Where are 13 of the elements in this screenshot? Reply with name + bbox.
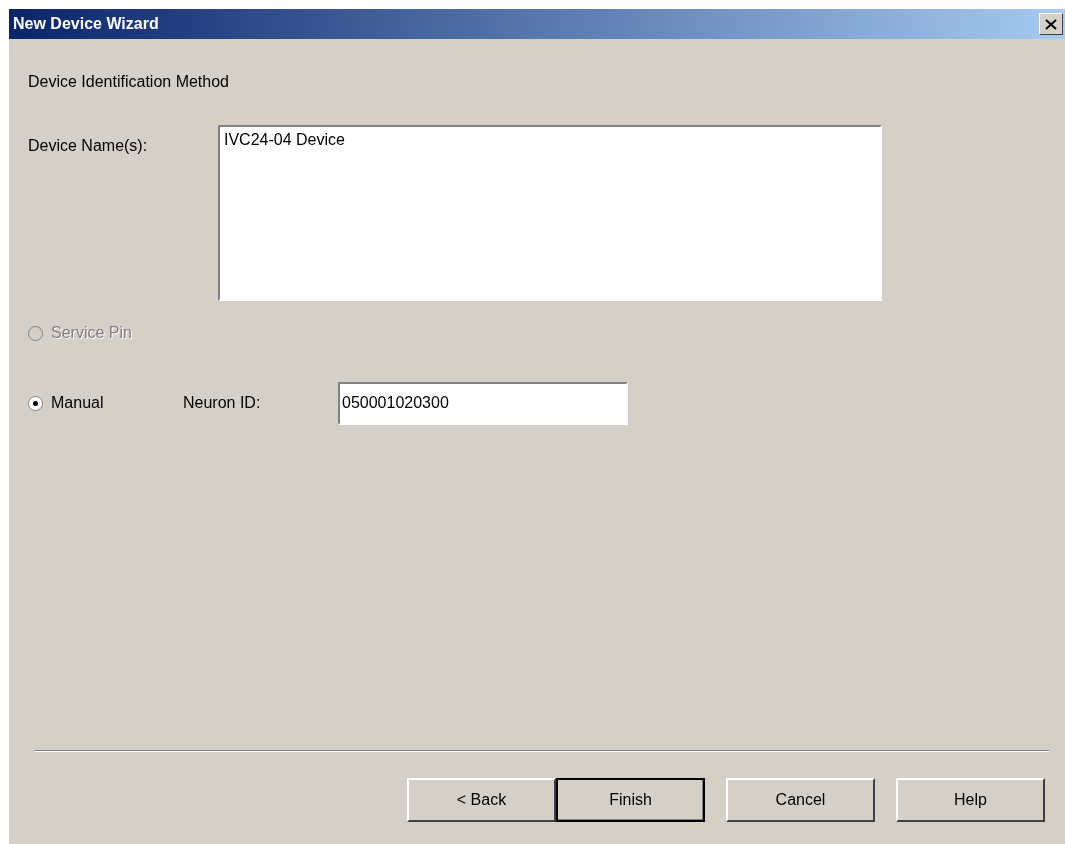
- section-heading: Device Identification Method: [28, 73, 230, 91]
- radio-option[interactable]: Manual: [28, 394, 183, 412]
- device-names-field[interactable]: IVC24-04 Device: [218, 125, 882, 301]
- neuron-id-field[interactable]: 050001020300: [338, 381, 628, 425]
- window-title: New Device Wizard: [13, 15, 159, 33]
- dialog-button[interactable]: Finish: [556, 778, 705, 822]
- dialog-button[interactable]: < Back: [407, 778, 556, 822]
- dialog-button[interactable]: Help: [896, 778, 1045, 822]
- dialog-button[interactable]: Cancel: [726, 778, 875, 822]
- close-button[interactable]: [1039, 13, 1063, 35]
- field-label: Device Name(s):: [28, 137, 149, 155]
- close-icon: [1044, 17, 1058, 31]
- field-label: Neuron ID:: [183, 394, 262, 412]
